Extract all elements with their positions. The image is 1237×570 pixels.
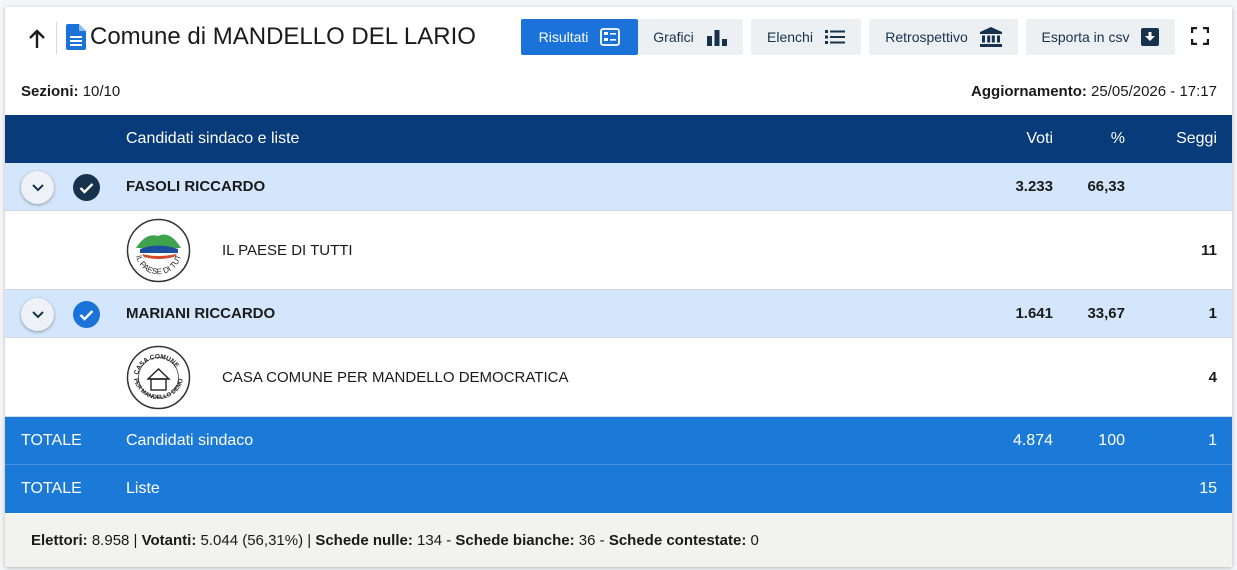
export-csv-button[interactable]: Esporta in csv: [1026, 19, 1175, 55]
candidate-votes: 1.641: [1015, 305, 1053, 322]
blank-ballots-label: Schede bianche:: [455, 532, 575, 549]
expand-button[interactable]: [21, 171, 54, 204]
retrospective-button-label: Retrospettivo: [885, 29, 968, 45]
check-circle-icon: [73, 174, 100, 201]
contested-ballots-label: Schede contestate:: [608, 532, 747, 549]
header: Comune di MANDELLO DEL LARIO Risultati G…: [5, 7, 1232, 69]
total-name: Liste: [126, 480, 160, 497]
lists-button[interactable]: Elenchi: [751, 19, 861, 55]
voters-value: 8.958: [91, 532, 130, 549]
chevron-down-icon: [31, 310, 44, 318]
total-name: Candidati sindaco: [126, 431, 254, 449]
total-label: TOTALE: [21, 480, 82, 497]
retrospective-button[interactable]: Retrospettivo: [869, 19, 1018, 55]
candidate-votes: 3.233: [1015, 178, 1053, 195]
turnout-value: 5.044 (56,31%): [200, 532, 304, 549]
total-lists-row: TOTALE Liste 15: [5, 465, 1232, 513]
voters-label: Elettori:: [31, 532, 88, 549]
null-ballots-value: 134: [417, 532, 443, 549]
download-icon: [1141, 28, 1160, 46]
charts-button[interactable]: Grafici: [638, 19, 743, 55]
contested-ballots-value: 0: [750, 532, 759, 549]
page-title: Comune di MANDELLO DEL LARIO: [90, 23, 476, 50]
chevron-down-icon: [31, 183, 44, 191]
turnout-footer: Elettori: 8.958 | Votanti: 5.044 (56,31%…: [5, 514, 1232, 567]
list-row: CASA COMUNE PER MANDELLO DEMOCRATICA CAS…: [5, 338, 1232, 417]
sections-value: 10/10: [82, 83, 121, 100]
museum-icon: [979, 27, 1002, 47]
candidate-row: MARIANI RICCARDO 1.641 33,67 1: [5, 290, 1232, 338]
header-candidates: Candidati sindaco e liste: [126, 130, 300, 147]
total-seats: 1: [1208, 431, 1217, 449]
list-seats: 11: [1201, 241, 1217, 259]
arrow-up-icon: [29, 29, 45, 48]
header-divider: [56, 22, 57, 54]
list-logo-paese-di-tutti: IL PAESE DI TUTTI: [126, 218, 191, 283]
total-candidates-row: TOTALE Candidati sindaco 4.874 100 1: [5, 417, 1232, 465]
list-name: CASA COMUNE PER MANDELLO DEMOCRATICA: [222, 368, 569, 386]
expand-button[interactable]: [21, 298, 54, 331]
header-percent: %: [1110, 130, 1125, 147]
list-name: IL PAESE DI TUTTI: [222, 241, 353, 259]
candidate-name: MARIANI RICCARDO: [126, 305, 276, 322]
candidate-percent: 33,67: [1087, 305, 1125, 322]
total-votes: 4.874: [1012, 431, 1053, 449]
update-label: Aggiornamento:: [971, 83, 1087, 100]
turnout-label: Votanti:: [141, 532, 197, 549]
update-info: Aggiornamento: 25/05/2026 - 17:17: [971, 83, 1217, 101]
fullscreen-icon[interactable]: [1191, 27, 1209, 45]
results-button-label: Risultati: [538, 29, 589, 45]
results-list-icon: [600, 28, 621, 46]
document-icon: [66, 24, 86, 50]
list-icon: [824, 30, 845, 44]
candidate-name: FASOLI RICCARDO: [126, 178, 266, 195]
sections-info: Sezioni: 10/10: [21, 83, 120, 101]
list-row: IL PAESE DI TUTTI IL PAESE DI TUTTI 11: [5, 211, 1232, 290]
header-votes: Voti: [1026, 130, 1053, 147]
charts-button-label: Grafici: [653, 29, 694, 45]
total-seats: 15: [1199, 480, 1217, 497]
candidate-percent: 66,33: [1087, 178, 1125, 195]
total-label: TOTALE: [21, 431, 82, 449]
results-card: Comune di MANDELLO DEL LARIO Risultati G…: [5, 7, 1232, 567]
bar-chart-icon: [706, 30, 727, 46]
back-button[interactable]: [23, 25, 51, 53]
candidate-row: FASOLI RICCARDO 3.233 66,33: [5, 163, 1232, 211]
header-seats: Seggi: [1176, 130, 1217, 147]
check-circle-icon: [73, 301, 100, 328]
table-header: Candidati sindaco e liste Voti % Seggi: [5, 115, 1232, 163]
total-percent: 100: [1098, 431, 1125, 449]
blank-ballots-value: 36: [578, 532, 596, 549]
candidate-seats: 1: [1208, 305, 1217, 322]
update-value: 25/05/2026 - 17:17: [1091, 83, 1217, 100]
results-button[interactable]: Risultati: [521, 19, 638, 55]
lists-button-label: Elenchi: [767, 29, 813, 45]
export-csv-button-label: Esporta in csv: [1041, 29, 1130, 45]
list-logo-casa-comune: CASA COMUNE PER MANDELLO DEMOCRATICA: [126, 345, 191, 410]
null-ballots-label: Schede nulle:: [315, 532, 413, 549]
list-seats: 4: [1208, 368, 1217, 386]
sections-label: Sezioni:: [21, 83, 79, 100]
